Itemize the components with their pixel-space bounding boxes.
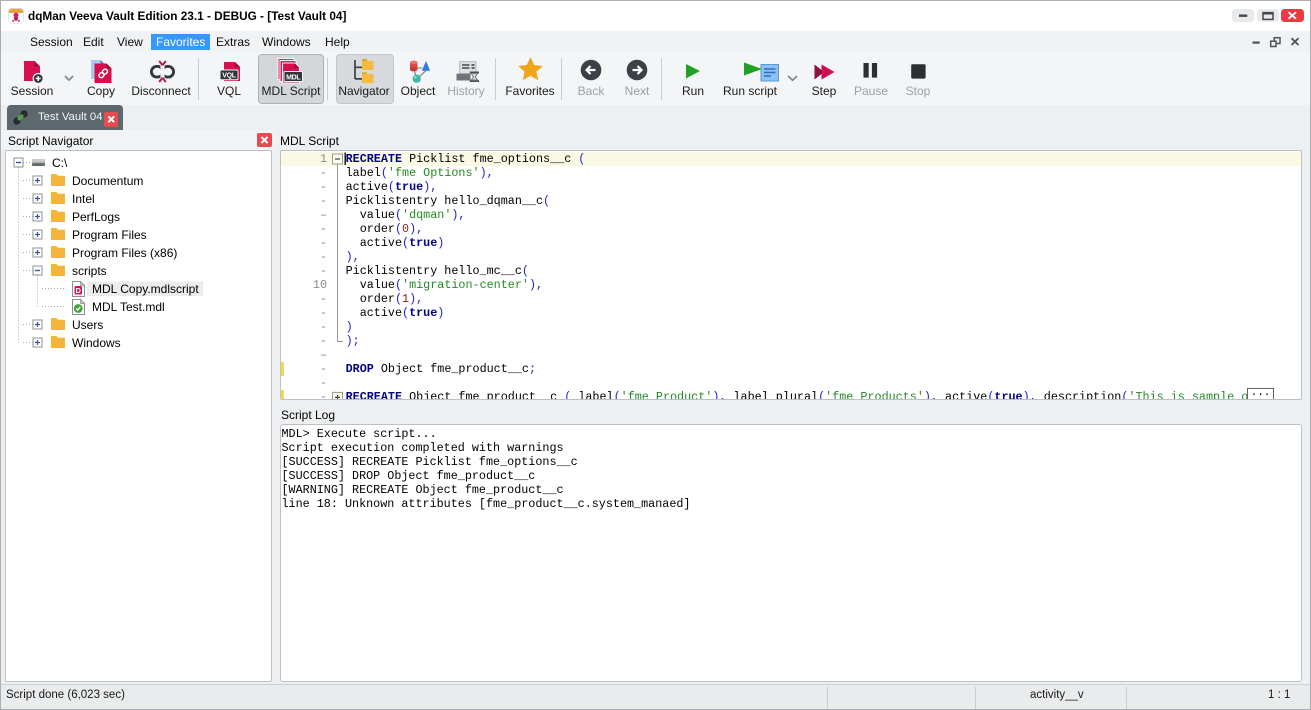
svg-text:MDL: MDL: [286, 74, 301, 81]
svg-text:VQL: VQL: [222, 73, 237, 80]
svg-text:D: D: [75, 286, 81, 295]
